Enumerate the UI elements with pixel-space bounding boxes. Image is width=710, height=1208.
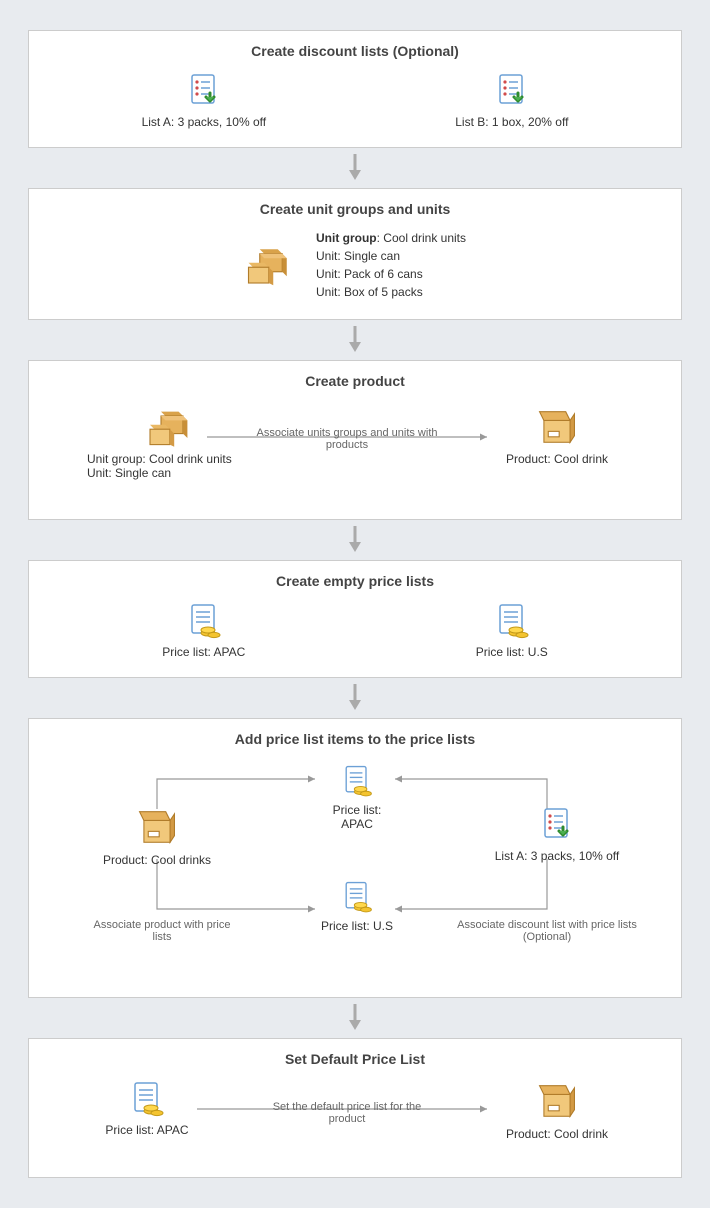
unit-line-1: Unit: Single can: [316, 247, 466, 265]
panel-set-default-price-list: Set Default Price List Price list: APAC …: [28, 1038, 682, 1178]
discount-list-b-label: List B: 1 box, 20% off: [455, 115, 568, 129]
price-list-icon: [184, 601, 224, 641]
panel-title: Create discount lists (Optional): [47, 43, 663, 59]
panel-create-unit-groups: Create unit groups and units Unit group:…: [28, 188, 682, 320]
discount-list-icon: [492, 71, 532, 111]
unit-line-3: Unit: Box of 5 packs: [316, 283, 466, 301]
caption-left: Associate product with price lists: [87, 919, 237, 943]
caption-right: Associate discount list with price lists…: [457, 919, 637, 943]
associate-caption: Associate units groups and units with pr…: [247, 427, 447, 451]
product-item: Product: Cool drink: [487, 405, 627, 466]
product-label: Product: Cool drink: [487, 452, 627, 466]
price-list-apac: Price list: APAC: [162, 601, 245, 659]
price-list-icon: [492, 601, 532, 641]
price-list-us: Price list: U.S: [476, 601, 548, 659]
flow-arrow: [28, 154, 682, 182]
discount-list-a: List A: 3 packs, 10% off: [142, 71, 267, 129]
panel-create-product: Create product Unit group: Cool drink un…: [28, 360, 682, 520]
price-list-us: Price list: U.S: [317, 879, 397, 933]
panel-title: Create unit groups and units: [47, 201, 663, 217]
caption: Set the default price list for the produ…: [257, 1101, 437, 1125]
panel-title: Create empty price lists: [47, 573, 663, 589]
price-list-us-label: Price list: U.S: [476, 645, 548, 659]
price-list-apac-label: Price list: APAC: [162, 645, 245, 659]
product-item: Product: Cool drinks: [87, 805, 227, 867]
product-label: Product: Cool drinks: [103, 853, 211, 867]
price-list-apac: Price list: APAC: [87, 1079, 207, 1137]
unit-line-2: Unit: Pack of 6 cans: [316, 265, 466, 283]
product-icon: [533, 1079, 581, 1123]
flow-arrow: [28, 1004, 682, 1032]
boxes-icon: [244, 242, 298, 288]
discount-list-item: List A: 3 packs, 10% off: [477, 805, 637, 863]
product-icon: [533, 405, 581, 449]
panel-title: Add price list items to the price lists: [47, 731, 663, 747]
price-list-us-label: Price list: U.S: [321, 919, 393, 933]
flow-arrow: [28, 684, 682, 712]
panel-create-empty-price-lists: Create empty price lists Price list: APA…: [28, 560, 682, 678]
price-list-icon: [127, 1079, 167, 1119]
discount-list-b: List B: 1 box, 20% off: [455, 71, 568, 129]
panel-add-price-list-items: Add price list items to the price lists …: [28, 718, 682, 998]
unit-group-label: Unit group: [316, 231, 377, 245]
price-list-apac-label: Price list: APAC: [105, 1123, 188, 1137]
unit-group-value: : Cool drink units: [377, 231, 466, 245]
product-icon: [133, 805, 181, 849]
discount-list-label: List A: 3 packs, 10% off: [495, 849, 620, 863]
product-item: Product: Cool drink: [487, 1079, 627, 1141]
panel-title: Set Default Price List: [47, 1051, 663, 1067]
unit-group-details: Unit group: Cool drink units Unit: Singl…: [316, 229, 466, 301]
unit-group-line2: Unit: Single can: [87, 466, 257, 480]
product-label: Product: Cool drink: [506, 1127, 608, 1141]
price-list-icon: [339, 879, 375, 915]
panel-title: Create product: [47, 373, 663, 389]
unit-group-item: Unit group: Cool drink units Unit: Singl…: [87, 405, 257, 480]
discount-list-icon: [184, 71, 224, 111]
price-list-icon: [339, 763, 375, 799]
price-list-apac-label: Price list: APAC: [317, 803, 397, 831]
price-list-apac: Price list: APAC: [317, 763, 397, 831]
unit-group-line1: Unit group: Cool drink units: [87, 452, 257, 466]
panel-create-discount-lists: Create discount lists (Optional) List A:…: [28, 30, 682, 148]
boxes-icon: [145, 405, 199, 449]
discount-list-icon: [537, 805, 577, 845]
flow-arrow: [28, 326, 682, 354]
discount-list-a-label: List A: 3 packs, 10% off: [142, 115, 267, 129]
flow-arrow: [28, 526, 682, 554]
